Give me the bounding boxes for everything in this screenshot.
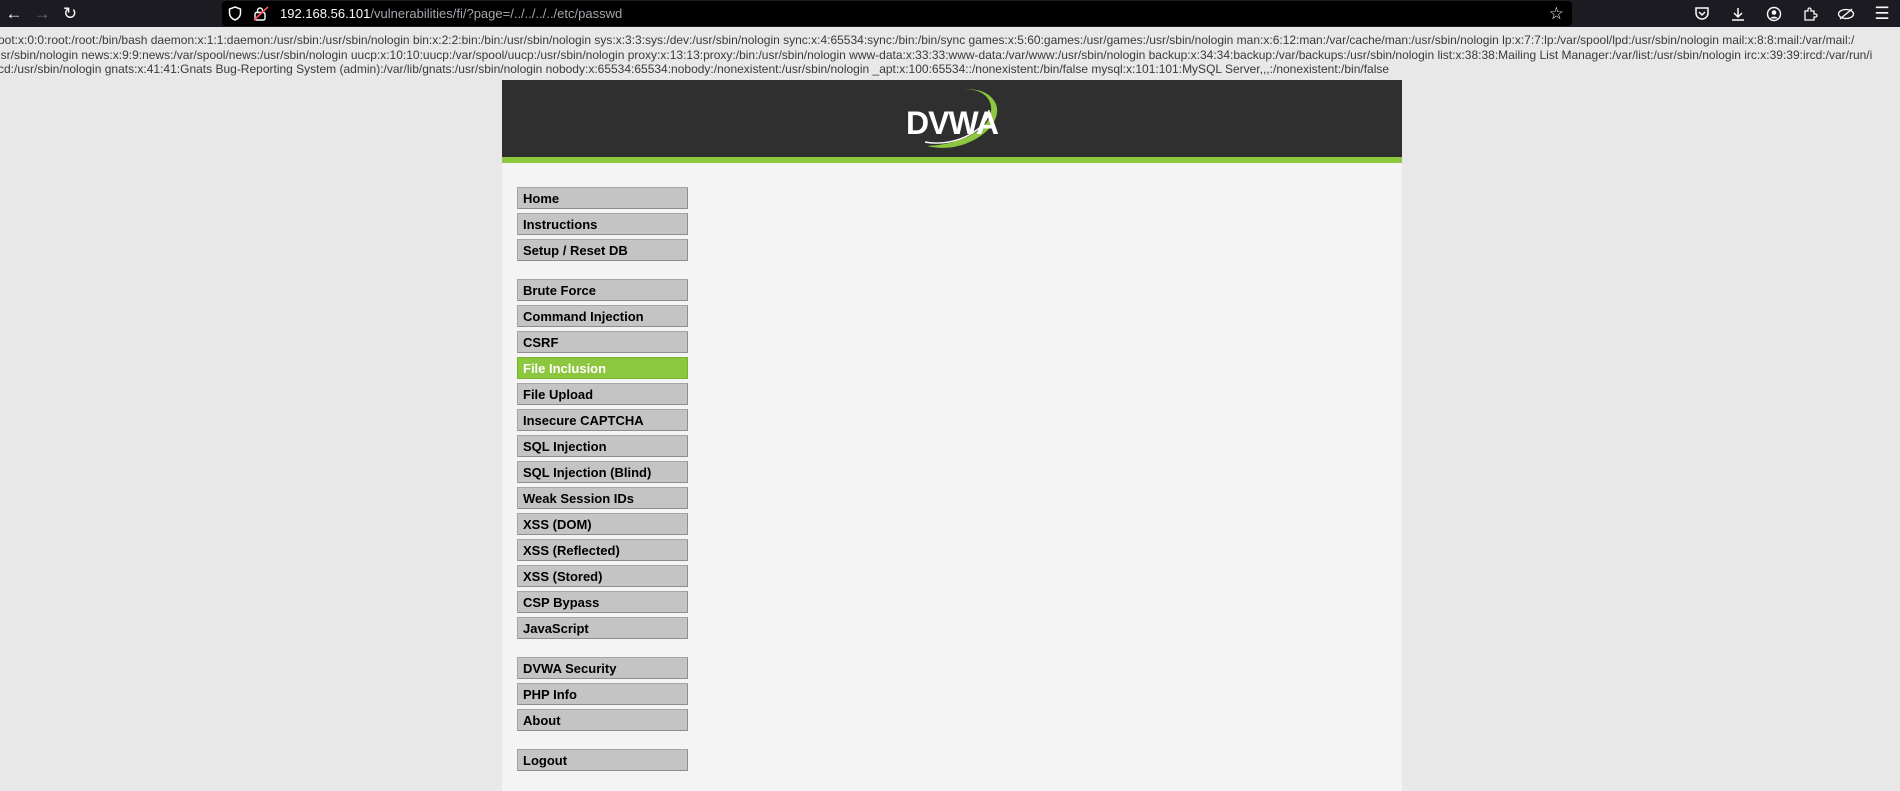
insecure-lock-icon[interactable] (248, 6, 274, 21)
url-bar[interactable]: 192.168.56.101/vulnerabilities/fi/?page=… (222, 1, 1572, 26)
download-icon[interactable] (1720, 0, 1756, 27)
pocket-icon[interactable] (1684, 0, 1720, 27)
menu-item-csp-bypass[interactable]: CSP Bypass (517, 591, 688, 613)
menu-item-xss-dom[interactable]: XSS (DOM) (517, 513, 688, 535)
menu-group-vulnerabilities: Brute Force Command Injection CSRF File Inc… (517, 279, 688, 639)
passwd-leak-text: root:x:0:0:root:/root:/bin/bash daemon:x… (0, 33, 1900, 77)
menu-item-sql-injection[interactable]: SQL Injection (517, 435, 688, 457)
logo-text: DVWA (906, 104, 999, 141)
account-icon[interactable] (1756, 0, 1792, 27)
menu-item-brute-force[interactable]: Brute Force (517, 279, 688, 301)
url-host: 192.168.56.101 (280, 6, 371, 21)
tracking-protection-icon[interactable] (1828, 0, 1864, 27)
menu-group-general: Home Instructions Setup / Reset DB (517, 187, 688, 261)
menu-item-setup-reset-db[interactable]: Setup / Reset DB (517, 239, 688, 261)
dvwa-container: DVWA Home Instructions Setup / Reset DB Br… (502, 80, 1402, 791)
url-text[interactable]: 192.168.56.101/vulnerabilities/fi/?page=… (280, 6, 622, 21)
extensions-icon[interactable] (1792, 0, 1828, 27)
dvwa-logo: DVWA (897, 84, 1007, 154)
browser-toolbar: ← → ↻ 192.168.56.101/vulnerabilities/fi/… (0, 0, 1900, 27)
menu-item-csrf[interactable]: CSRF (517, 331, 688, 353)
back-icon[interactable]: ← (0, 0, 28, 27)
menu-item-file-inclusion[interactable]: File Inclusion (517, 357, 688, 379)
url-path: /vulnerabilities/fi/?page=/../../../../e… (370, 6, 623, 21)
shield-icon[interactable] (222, 6, 248, 21)
bookmark-star-icon[interactable]: ☆ (1549, 4, 1564, 24)
menu-item-insecure-captcha[interactable]: Insecure CAPTCHA (517, 409, 688, 431)
forward-icon[interactable]: → (28, 0, 56, 27)
menu-item-xss-reflected[interactable]: XSS (Reflected) (517, 539, 688, 561)
reload-icon[interactable]: ↻ (56, 0, 84, 27)
main-menu: Home Instructions Setup / Reset DB Brute F… (517, 187, 688, 789)
menu-group-settings: DVWA Security PHP Info About (517, 657, 688, 731)
passwd-line: root:x:0:0:root:/root:/bin/bash daemon:x… (0, 33, 1855, 47)
passwd-line: usr/sbin/nologin news:x:9:9:news:/var/sp… (0, 47, 1873, 62)
menu-item-command-injection[interactable]: Command Injection (517, 305, 688, 327)
menu-item-instructions[interactable]: Instructions (517, 213, 688, 235)
menu-item-about[interactable]: About (517, 709, 688, 731)
menu-item-sql-injection-blind[interactable]: SQL Injection (Blind) (517, 461, 688, 483)
menu-item-weak-session-ids[interactable]: Weak Session IDs (517, 487, 688, 509)
menu-icon[interactable]: ☰ (1864, 0, 1900, 27)
menu-item-file-upload[interactable]: File Upload (517, 383, 688, 405)
menu-item-dvwa-security[interactable]: DVWA Security (517, 657, 688, 679)
menu-item-home[interactable]: Home (517, 187, 688, 209)
dvwa-header: DVWA (502, 80, 1402, 163)
menu-item-xss-stored[interactable]: XSS (Stored) (517, 565, 688, 587)
menu-group-session: Logout (517, 749, 688, 771)
passwd-line: rcd:/usr/sbin/nologin gnats:x:41:41:Gnat… (0, 62, 1390, 76)
menu-item-php-info[interactable]: PHP Info (517, 683, 688, 705)
menu-item-logout[interactable]: Logout (517, 749, 688, 771)
menu-item-javascript[interactable]: JavaScript (517, 617, 688, 639)
